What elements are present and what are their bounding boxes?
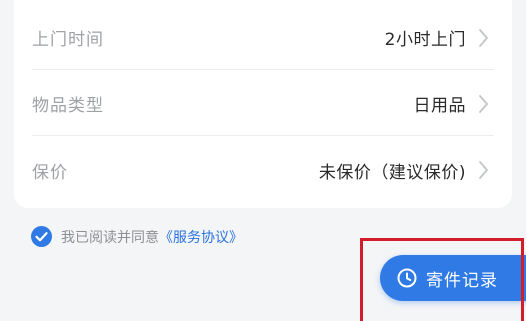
item-type-value: 日用品 <box>413 96 466 116</box>
pickup-time-value-group[interactable]: 2小时上门 <box>385 25 494 50</box>
item-type-label: 物品类型 <box>32 96 104 116</box>
shipping-form-card: 上门时间 2小时上门 物品类型 日用品 保价 未保价（建议保价) <box>14 0 512 208</box>
service-agreement-link[interactable]: 《服务协议》 <box>159 227 243 247</box>
insurance-value: 未保价（建议保价) <box>318 162 466 183</box>
chevron-right-icon <box>479 161 488 179</box>
insurance-value-group[interactable]: 未保价（建议保价) <box>319 158 494 183</box>
chevron-right-icon <box>479 28 488 47</box>
insurance-label: 保价 <box>32 162 68 183</box>
pickup-time-row[interactable]: 上门时间 2小时上门 <box>32 6 494 70</box>
item-type-row[interactable]: 物品类型 日用品 <box>32 72 494 136</box>
annotation-highlight-box <box>360 238 524 321</box>
chevron-right-icon <box>479 94 488 113</box>
insurance-row[interactable]: 保价 未保价（建议保价) <box>32 138 494 202</box>
page: 上门时间 2小时上门 物品类型 日用品 保价 未保价（建议保价) 我已阅读并同意… <box>0 0 526 321</box>
pickup-time-value: 2小时上门 <box>384 30 466 50</box>
agreement-line: 我已阅读并同意 《服务协议》 <box>31 226 243 247</box>
agreement-text: 我已阅读并同意 <box>61 229 159 246</box>
item-type-value-group[interactable]: 日用品 <box>414 91 495 116</box>
checkbox-checked-icon[interactable] <box>31 226 52 247</box>
pickup-time-label: 上门时间 <box>32 30 104 50</box>
